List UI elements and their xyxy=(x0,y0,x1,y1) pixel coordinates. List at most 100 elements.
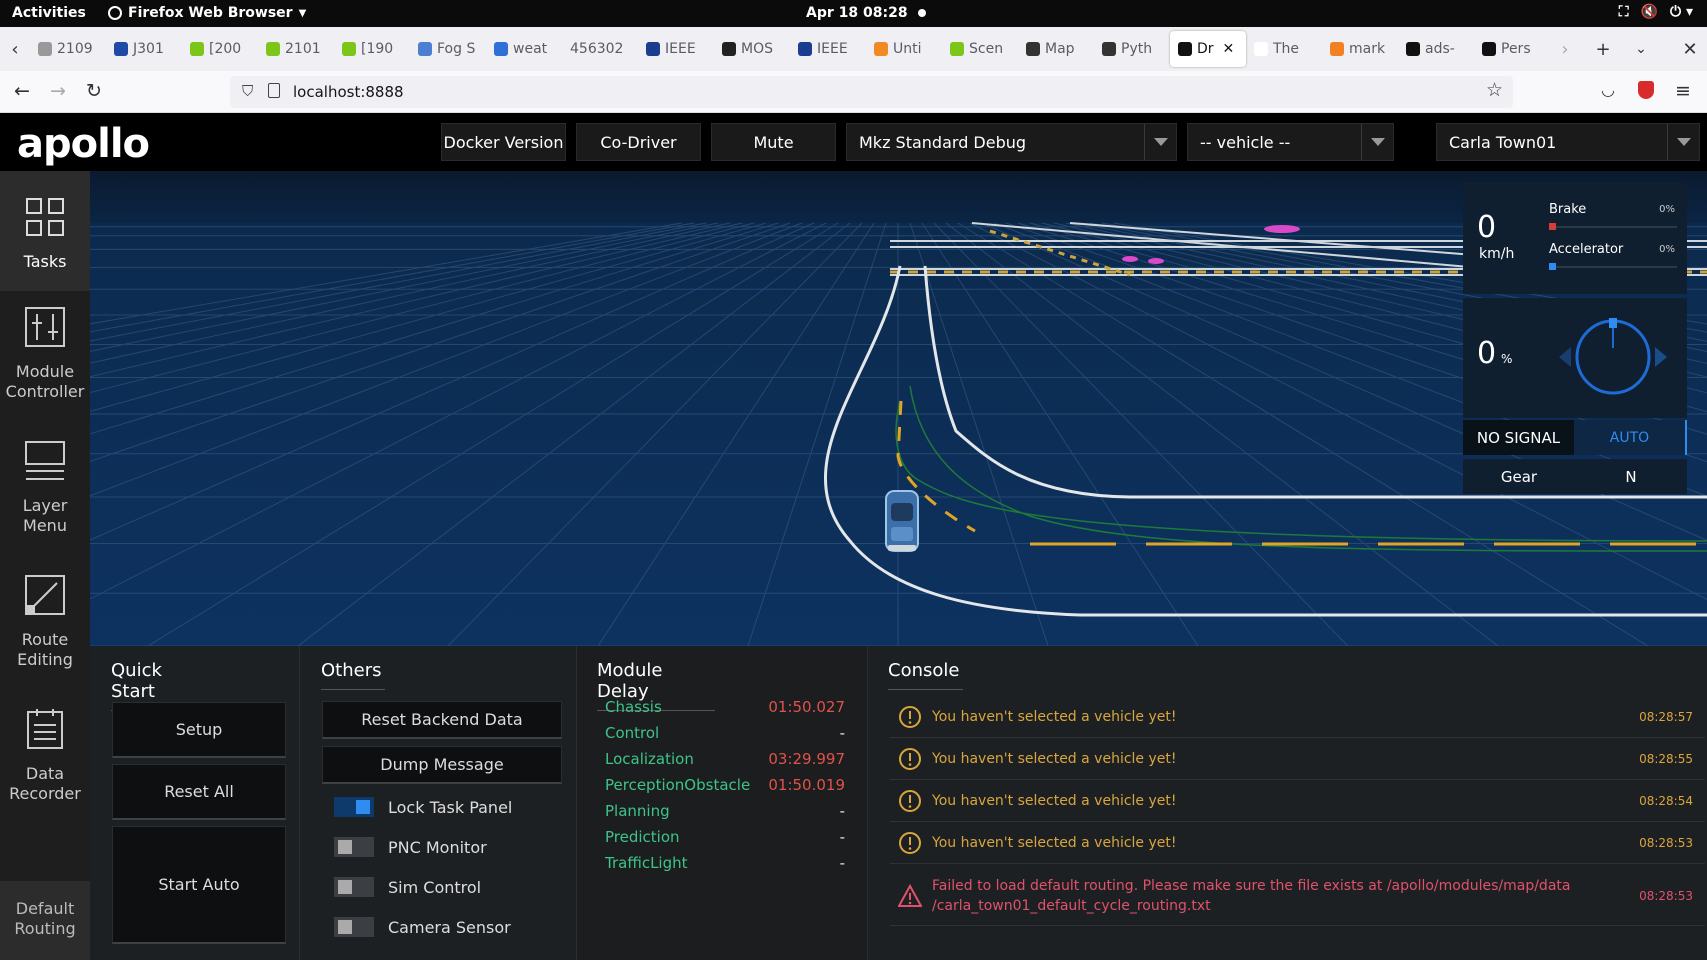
list-tabs-icon[interactable]: ⌄ xyxy=(1626,41,1656,57)
activities-button[interactable]: Activities xyxy=(12,5,86,21)
browser-tab[interactable]: Pers xyxy=(1474,27,1550,71)
nav-layer-menu[interactable]: Layer Menu xyxy=(0,439,90,559)
vehicle-select-value: -- vehicle -- xyxy=(1200,132,1291,152)
smiley-icon xyxy=(190,42,204,56)
reload-icon[interactable]: ↻ xyxy=(86,80,102,102)
ublock-icon[interactable] xyxy=(1638,81,1654,99)
clock[interactable]: Apr 18 08:28 xyxy=(806,5,926,21)
network-icon[interactable]: ⛶ xyxy=(1619,4,1629,20)
browser-tab[interactable]: The xyxy=(1246,27,1322,71)
lock-task-panel-toggle-row[interactable]: Lock Task Panel xyxy=(334,795,512,819)
apollo-logo: apollo xyxy=(17,121,150,167)
pnc-monitor-toggle-row[interactable]: PNC Monitor xyxy=(334,835,487,859)
tab-scroll-left-icon[interactable]: ‹ xyxy=(0,39,30,60)
browser-tab[interactable]: weat xyxy=(486,27,562,71)
gear-label: Gear xyxy=(1500,467,1538,486)
shield-icon[interactable]: ⛉ xyxy=(242,82,253,100)
speed-panel: 0 km/h Brake 0% Accelerator 0% xyxy=(1463,182,1687,294)
console-timestamp: 08:28:57 xyxy=(1639,709,1693,724)
console-message-text: You haven't selected a vehicle yet! xyxy=(932,749,1633,769)
close-tab-icon[interactable]: ✕ xyxy=(1223,41,1235,57)
browser-tab[interactable]: IEEE xyxy=(638,27,714,71)
browser-tab[interactable]: Fog S xyxy=(410,27,486,71)
back-icon[interactable]: ← xyxy=(14,80,30,102)
camera-sensor-toggle-row[interactable]: Camera Sensor xyxy=(334,915,511,939)
tab-strip: ‹ 2109 J301 [200 2101 [190 Fog S weat 456302 IEE… xyxy=(0,27,1707,71)
sim-control-toggle-row[interactable]: Sim Control xyxy=(334,875,481,899)
browser-tab[interactable]: 2101 xyxy=(258,27,334,71)
browser-tab[interactable]: mark xyxy=(1322,27,1398,71)
accelerator-bar xyxy=(1549,263,1677,270)
module-delay-value: 03:29.997 xyxy=(768,750,845,768)
tab-scroll-right-icon[interactable]: › xyxy=(1550,39,1580,60)
vehicle-select[interactable]: -- vehicle -- xyxy=(1187,123,1394,161)
browser-tab[interactable]: 456302 xyxy=(562,27,638,71)
clock-text: Apr 18 08:28 xyxy=(806,5,908,21)
browser-tab[interactable]: IEEE xyxy=(790,27,866,71)
module-name: Planning xyxy=(605,802,670,820)
sim-control-toggle[interactable] xyxy=(334,877,374,897)
mode-select[interactable]: Mkz Standard Debug xyxy=(846,123,1177,161)
chevron-down-icon[interactable] xyxy=(1667,124,1699,160)
app-menu[interactable]: Firefox Web Browser ▼ xyxy=(108,5,306,21)
start-auto-button[interactable]: Start Auto xyxy=(112,826,286,944)
module-delay-row: Localization 03:29.997 xyxy=(605,750,845,768)
new-tab-icon[interactable]: + xyxy=(1588,39,1618,60)
browser-tab[interactable]: Map xyxy=(1018,27,1094,71)
map-select[interactable]: Carla Town01 xyxy=(1436,123,1700,161)
bookmark-star-icon[interactable]: ☆ xyxy=(1486,79,1503,101)
reset-all-button[interactable]: Reset All xyxy=(112,764,286,820)
browser-tab[interactable]: Unti xyxy=(866,27,942,71)
docker-version-button[interactable]: Docker Version xyxy=(441,123,566,161)
browser-tab[interactable]: Scen xyxy=(942,27,1018,71)
menu-icon[interactable]: ≡ xyxy=(1675,80,1691,102)
close-window-icon[interactable]: ✕ xyxy=(1675,39,1705,60)
chevron-down-icon[interactable] xyxy=(1144,124,1176,160)
mute-button[interactable]: Mute xyxy=(711,123,836,161)
nav-data-recorder[interactable]: Data Recorder xyxy=(0,707,90,827)
console-message: Failed to load default routing. Please m… xyxy=(890,866,1705,926)
system-tray[interactable]: ⛶ 🔇 ⏻ ▾ xyxy=(1619,4,1693,20)
browser-tab[interactable]: [200 xyxy=(182,27,258,71)
tab-label: Scen xyxy=(969,41,1004,57)
browser-tab[interactable]: Pyth xyxy=(1094,27,1170,71)
square-icon xyxy=(1254,42,1268,56)
url-text[interactable]: localhost:8888 xyxy=(293,83,404,101)
tab-active[interactable]: Dr ✕ xyxy=(1170,31,1246,67)
mode-select-value: Mkz Standard Debug xyxy=(859,132,1027,152)
ieee-icon xyxy=(646,42,660,56)
camera-sensor-toggle[interactable] xyxy=(334,917,374,937)
co-driver-button[interactable]: Co-Driver xyxy=(576,123,701,161)
pnc-monitor-toggle[interactable] xyxy=(334,837,374,857)
power-icon[interactable]: ⏻ ▾ xyxy=(1670,4,1693,20)
browser-tab[interactable]: 2109 xyxy=(30,27,106,71)
nav-route-editing[interactable]: Route Editing xyxy=(0,573,90,693)
ieee-icon xyxy=(798,42,812,56)
document-icon xyxy=(27,709,63,749)
toggle-knob xyxy=(356,800,370,814)
notification-dot-icon xyxy=(917,9,926,17)
pocket-icon[interactable]: ◡ xyxy=(1601,80,1615,99)
browser-tab[interactable]: ads- xyxy=(1398,27,1474,71)
setup-button[interactable]: Setup xyxy=(112,702,286,758)
browser-tab[interactable]: J301 xyxy=(106,27,182,71)
browser-tab[interactable]: [190 xyxy=(334,27,410,71)
default-routing-button[interactable]: Default Routing xyxy=(0,881,90,960)
brake-label: Brake xyxy=(1549,202,1587,217)
volume-icon[interactable]: 🔇 xyxy=(1641,4,1658,20)
chevron-down-icon[interactable] xyxy=(1361,124,1393,160)
url-bar[interactable]: ⛉ localhost:8888 ☆ xyxy=(230,76,1513,108)
lock-task-panel-toggle[interactable] xyxy=(334,797,374,817)
vehicle-dashboard: 0 km/h Brake 0% Accelerator 0% 0 % NO SI… xyxy=(1463,182,1687,494)
book-icon xyxy=(1026,42,1040,56)
page-icon xyxy=(268,83,280,98)
reset-backend-data-button[interactable]: Reset Backend Data xyxy=(322,701,562,739)
console-timestamp: 08:28:54 xyxy=(1639,793,1693,808)
nav-tasks[interactable]: Tasks xyxy=(0,171,90,291)
dump-message-button[interactable]: Dump Message xyxy=(322,746,562,784)
nav-module-controller[interactable]: Module Controller xyxy=(0,305,90,425)
browser-tab[interactable]: MOS xyxy=(714,27,790,71)
forward-icon[interactable]: → xyxy=(50,80,66,102)
ego-vehicle[interactable] xyxy=(885,490,919,552)
gear-icon xyxy=(722,42,736,56)
